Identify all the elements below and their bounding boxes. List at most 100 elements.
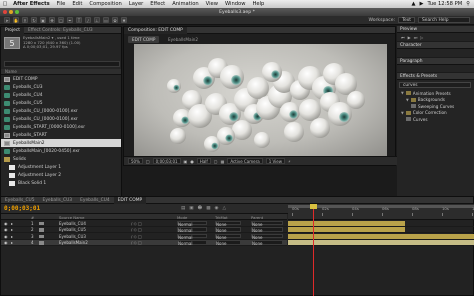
- tab-effect-controls[interactable]: Effect Controls: Eyeballs_CU3: [24, 27, 97, 34]
- menu-app-name[interactable]: After Effects: [10, 1, 53, 7]
- project-item[interactable]: Eyeballs_START: [1, 131, 121, 139]
- pan-behind-tool-icon[interactable]: ✥: [49, 17, 55, 23]
- resolution-select[interactable]: Half: [196, 158, 211, 164]
- menu-edit[interactable]: Edit: [69, 1, 86, 7]
- project-item[interactable]: Eyeballs_CU5: [1, 99, 121, 107]
- menu-layer[interactable]: Layer: [125, 1, 146, 7]
- effects-presets-title[interactable]: Effects & Presets: [397, 73, 474, 80]
- expand-layer-icon[interactable]: ▸: [11, 221, 13, 226]
- hide-shy-layers-icon[interactable]: ☻: [198, 206, 203, 211]
- spotlight-search-icon[interactable]: ⚲: [466, 1, 470, 7]
- mask-tool-icon[interactable]: □: [58, 17, 64, 23]
- project-item[interactable]: Eyeballs_START_[0000-0100].exr: [1, 123, 121, 131]
- project-item[interactable]: Black Solid 1: [1, 179, 121, 187]
- comp-subtab-eyeballsmain2[interactable]: EyeballsMain2: [164, 36, 202, 43]
- hand-tool-icon[interactable]: ✋: [13, 17, 19, 23]
- project-item[interactable]: Adjustment Layer 1: [1, 163, 121, 171]
- name-column-header[interactable]: Name: [5, 69, 17, 74]
- menu-help[interactable]: Help: [249, 1, 268, 7]
- play-icon[interactable]: ▶: [408, 35, 411, 40]
- draft-3d-icon[interactable]: ▣: [189, 206, 193, 211]
- project-item[interactable]: Eyeballs_CU_[0000-0100].exr: [1, 107, 121, 115]
- project-search-input[interactable]: [4, 61, 120, 67]
- fast-previews-icon[interactable]: ⚡: [288, 159, 291, 164]
- roto-brush-tool-icon[interactable]: ✿: [112, 17, 118, 23]
- type-tool-icon[interactable]: T: [76, 17, 82, 23]
- project-item[interactable]: Adjustment Layer 2: [1, 171, 121, 179]
- project-item[interactable]: EyeballsMain_[0020-0450].exr: [1, 147, 121, 155]
- workspace-select[interactable]: Text: [398, 17, 415, 23]
- graph-editor-icon[interactable]: △: [222, 206, 225, 211]
- search-help-input[interactable]: Search Help: [418, 17, 470, 23]
- blend-mode-select[interactable]: Normal: [177, 233, 207, 240]
- timeline-tab[interactable]: Eyeballs_CU4: [76, 197, 114, 204]
- effects-list-item[interactable]: Curves: [399, 116, 472, 123]
- tab-composition[interactable]: Composition: EDIT COMP: [124, 26, 187, 34]
- volume-icon[interactable]: ▶: [419, 1, 423, 7]
- composition-render-viewport[interactable]: [134, 44, 387, 158]
- blend-mode-select[interactable]: Normal: [177, 227, 207, 233]
- frame-blending-icon[interactable]: ▩: [206, 206, 210, 211]
- parent-select[interactable]: None: [251, 233, 283, 240]
- layer-name[interactable]: Eyeballs_CU4: [59, 221, 86, 226]
- comp-subtab-edit-comp[interactable]: EDIT COMP: [128, 36, 160, 43]
- layer-duration-bar[interactable]: [288, 233, 474, 239]
- timeline-tab[interactable]: Eyeballs_CU5: [1, 197, 39, 204]
- snapshot-icon[interactable]: ▣: [184, 159, 188, 164]
- zoom-tool-icon[interactable]: ⚲: [22, 17, 28, 23]
- puppet-tool-icon[interactable]: ✱: [121, 17, 127, 23]
- close-window-icon[interactable]: [3, 10, 7, 14]
- zoom-window-icon[interactable]: [15, 10, 19, 14]
- expand-layer-icon[interactable]: ▸: [11, 227, 13, 232]
- camera-tool-icon[interactable]: ▣: [40, 17, 46, 23]
- disclosure-triangle-icon[interactable]: ▼: [401, 111, 404, 115]
- track-matte-select[interactable]: None: [215, 220, 241, 227]
- layer-switches[interactable]: ∕ ◇ □: [131, 221, 142, 226]
- project-item[interactable]: Solids: [1, 155, 121, 163]
- blend-mode-select[interactable]: Normal: [177, 240, 207, 246]
- view-layout-select[interactable]: 1 View: [265, 158, 286, 164]
- visibility-eye-icon[interactable]: ◉: [4, 221, 8, 226]
- current-time-indicator[interactable]: [313, 204, 314, 296]
- track-matte-select[interactable]: None: [215, 240, 241, 246]
- disclosure-triangle-icon[interactable]: ▼: [406, 98, 409, 102]
- minimize-window-icon[interactable]: [9, 10, 13, 14]
- safe-zones-icon[interactable]: □: [146, 159, 150, 164]
- current-time-indicator-handle[interactable]: [310, 204, 317, 209]
- project-item[interactable]: Eyeballs_CU4: [1, 91, 121, 99]
- last-frame-icon[interactable]: ⏭: [414, 35, 418, 40]
- first-frame-icon[interactable]: ⏮: [401, 35, 405, 40]
- layer-name[interactable]: Eyeballs_CU3: [59, 234, 86, 239]
- track-matte-select[interactable]: None: [215, 227, 241, 233]
- column-number[interactable]: #: [31, 215, 34, 220]
- region-of-interest-icon[interactable]: ▢: [214, 159, 218, 164]
- project-item[interactable]: EyeballsMain2: [1, 139, 121, 147]
- layer-switches[interactable]: ∕ ◇ □: [131, 227, 142, 232]
- project-item[interactable]: Eyeballs_CU_[0000-0100].exr: [1, 115, 121, 123]
- layer-switches[interactable]: ∕ ◇ □: [131, 240, 142, 245]
- apple-icon[interactable]: : [0, 1, 10, 7]
- visibility-eye-icon[interactable]: ◉: [4, 234, 8, 239]
- ram-preview-icon[interactable]: ▷: [420, 35, 423, 40]
- column-trkmat[interactable]: TrkMat: [215, 215, 228, 220]
- disclosure-triangle-icon[interactable]: ▼: [401, 91, 404, 95]
- effects-search-input[interactable]: curves: [399, 82, 471, 88]
- selection-tool-icon[interactable]: ➤: [4, 17, 10, 23]
- parent-select[interactable]: None: [251, 240, 283, 246]
- character-panel-title[interactable]: Character: [397, 42, 474, 49]
- expand-layer-icon[interactable]: ▸: [11, 240, 13, 245]
- motion-blur-icon[interactable]: ◉: [215, 206, 219, 211]
- visibility-eye-icon[interactable]: ◉: [4, 227, 8, 232]
- column-parent[interactable]: Parent: [251, 215, 263, 220]
- tab-project[interactable]: Project: [1, 26, 25, 34]
- column-mode[interactable]: Mode: [177, 215, 187, 220]
- menubar-clock[interactable]: Tue 12:58 PM: [427, 1, 462, 7]
- timeline-tab[interactable]: Eyeballs_CU3: [39, 197, 77, 204]
- menu-effect[interactable]: Effect: [147, 1, 169, 7]
- menu-composition[interactable]: Composition: [86, 1, 125, 7]
- blend-mode-select[interactable]: Normal: [177, 220, 207, 227]
- camera-select[interactable]: Active Camera: [227, 158, 263, 164]
- magnification-select[interactable]: 50%: [128, 158, 143, 164]
- layer-duration-bar[interactable]: [288, 220, 405, 226]
- menu-file[interactable]: File: [53, 1, 69, 7]
